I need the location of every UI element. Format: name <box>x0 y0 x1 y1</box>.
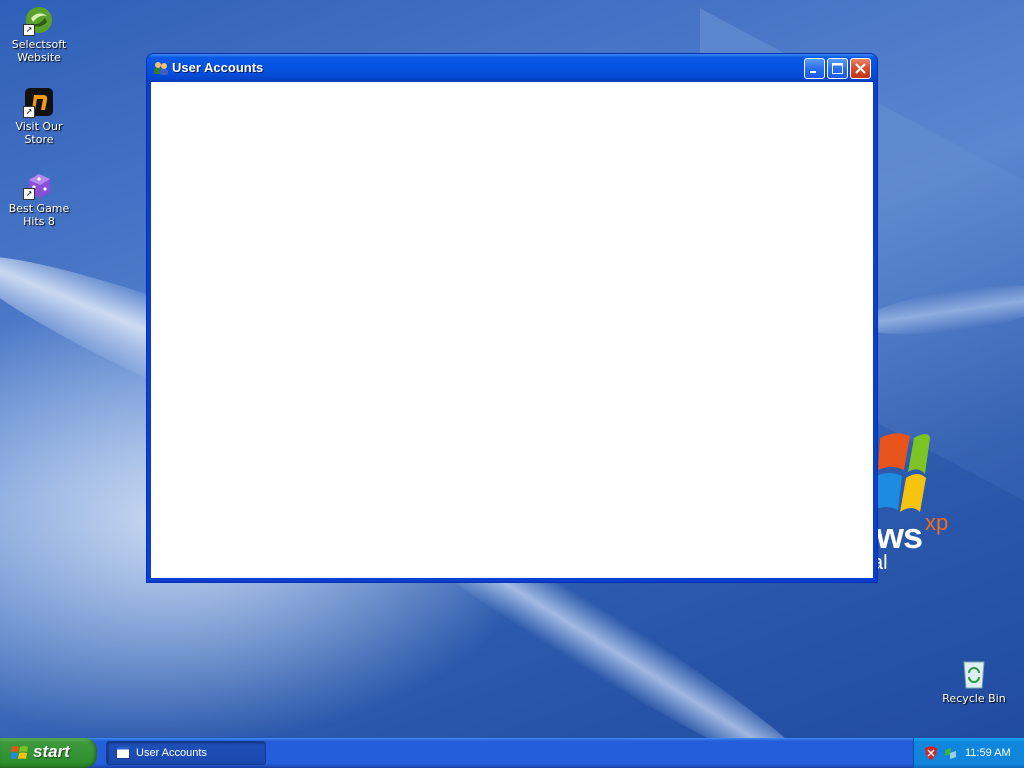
store-icon: ↗ <box>23 86 55 118</box>
close-button[interactable] <box>850 58 871 79</box>
window-icon <box>116 746 130 759</box>
close-icon <box>855 63 866 74</box>
wallpaper-logo-text: ws <box>876 515 923 556</box>
window-content-area <box>151 82 873 578</box>
desktop: ws xp al ↗ Selectsoft Website ↗ Visit Ou… <box>0 0 1024 768</box>
clock[interactable]: 11:59 AM <box>965 747 1011 759</box>
shortcut-arrow-icon: ↗ <box>23 188 35 200</box>
user-accounts-icon <box>154 62 168 75</box>
taskbar: start User Accounts 11:59 AM <box>0 738 1024 768</box>
windows-flag-icon <box>11 746 28 759</box>
desktop-icon-label: Recycle Bin <box>942 692 1006 705</box>
desktop-icon-recycle-bin[interactable]: Recycle Bin <box>935 658 1013 705</box>
taskbar-button-label: User Accounts <box>136 747 207 759</box>
dice-icon: ↗ <box>23 168 55 200</box>
wallpaper-logo-sup: xp <box>925 510 949 535</box>
system-tray: 11:59 AM <box>913 738 1024 768</box>
maximize-button[interactable] <box>827 58 848 79</box>
start-label: start <box>33 742 70 761</box>
desktop-icon-best-game-hits[interactable]: ↗ Best Game Hits 8 <box>0 168 78 228</box>
minimize-button[interactable] <box>804 58 825 79</box>
desktop-icon-label: Best Game Hits 8 <box>8 202 70 228</box>
shortcut-arrow-icon: ↗ <box>23 106 35 118</box>
recycle-bin-icon <box>958 658 990 690</box>
network-icon[interactable] <box>943 746 957 760</box>
minimize-icon <box>810 71 816 73</box>
taskbar-button-user-accounts[interactable]: User Accounts <box>106 741 266 765</box>
desktop-icon-label: Visit Our Store <box>15 120 63 146</box>
start-button[interactable]: start <box>0 738 97 768</box>
security-shield-icon[interactable] <box>925 746 937 760</box>
window-title-bar[interactable]: User Accounts <box>147 54 877 82</box>
user-accounts-window[interactable]: User Accounts <box>147 54 877 582</box>
desktop-icon-visit-our-store[interactable]: ↗ Visit Our Store <box>0 86 78 146</box>
desktop-icon-label: Selectsoft Website <box>11 38 67 64</box>
shortcut-arrow-icon: ↗ <box>23 24 35 36</box>
maximize-icon <box>832 63 843 74</box>
selectsoft-icon: ↗ <box>23 4 55 36</box>
window-title: User Accounts <box>172 60 264 75</box>
desktop-icon-selectsoft-website[interactable]: ↗ Selectsoft Website <box>0 4 78 64</box>
